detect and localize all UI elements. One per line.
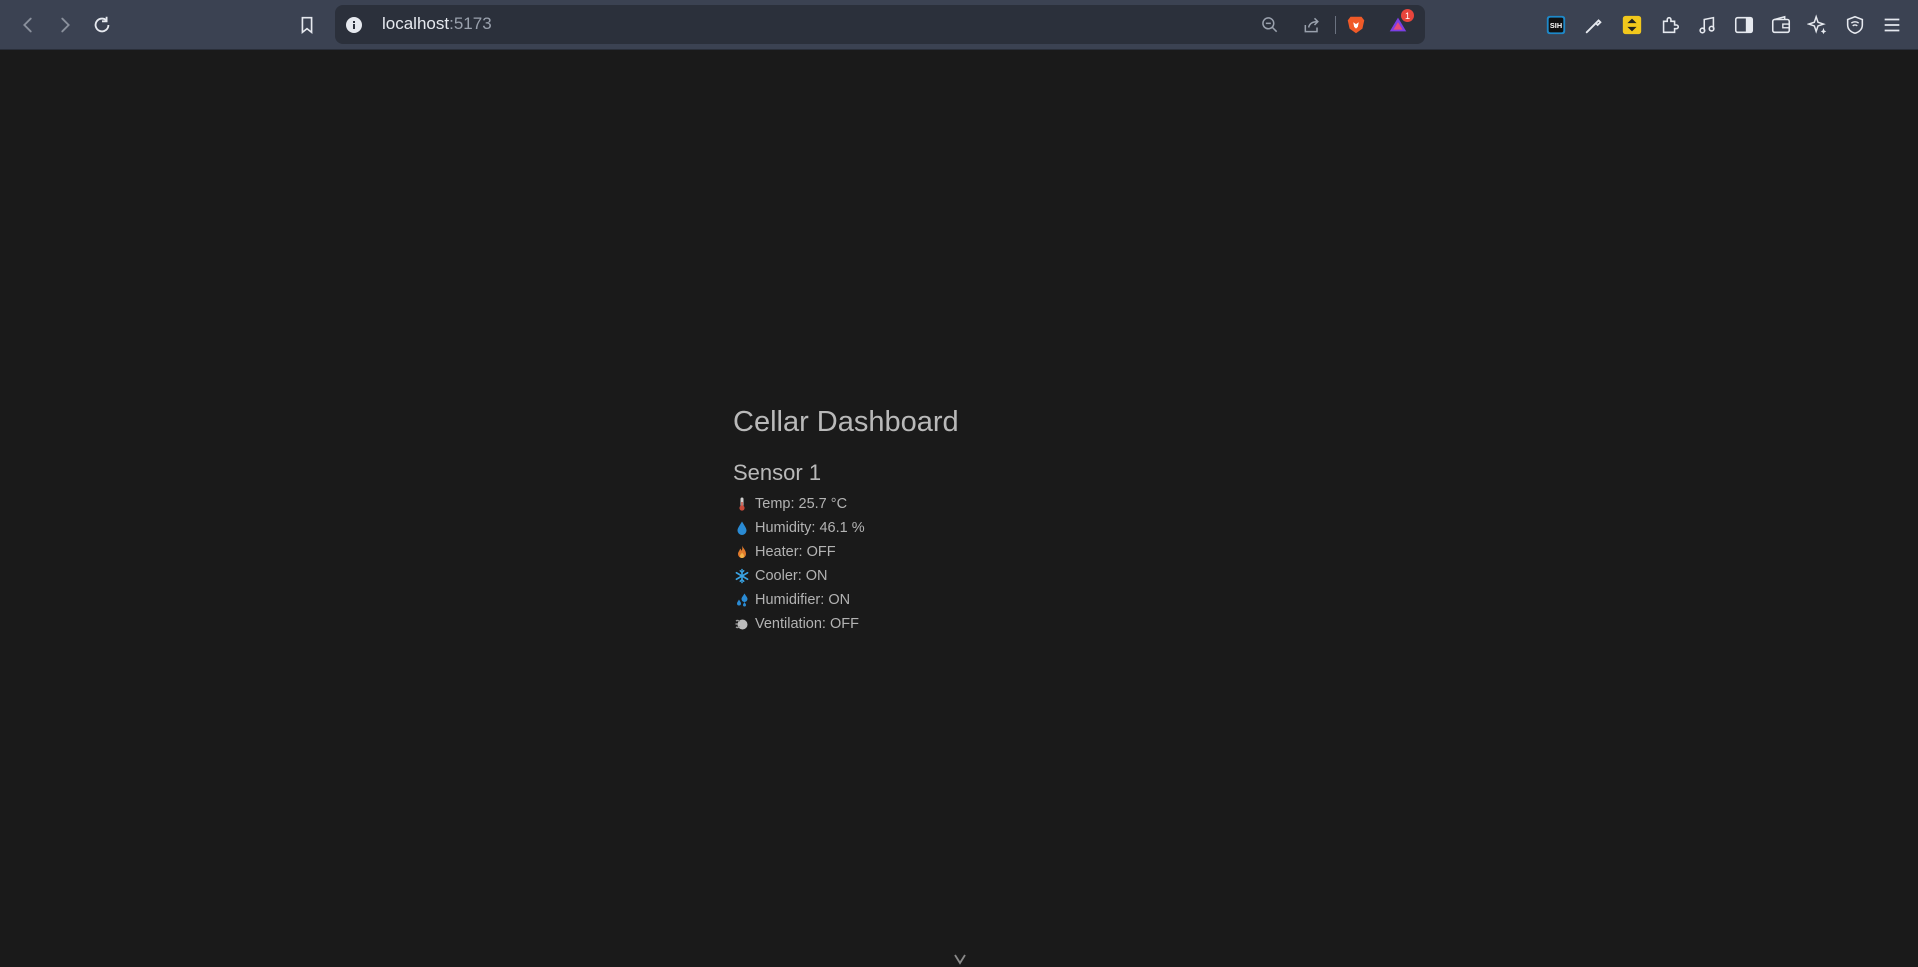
reading-temp: Temp: 25.7 °C bbox=[733, 492, 959, 516]
bookmark-icon bbox=[301, 16, 313, 35]
flame-icon bbox=[733, 543, 751, 561]
site-info-icon[interactable] bbox=[345, 16, 363, 34]
forward-button[interactable] bbox=[50, 10, 80, 40]
browser-toolbar: localhost:5173 1 SIH bbox=[0, 0, 1918, 50]
sensor-title: Sensor 1 bbox=[733, 460, 822, 485]
chevron-left-icon bbox=[23, 17, 32, 33]
water-drop-icon bbox=[733, 519, 751, 537]
arrows-extension-icon[interactable] bbox=[1619, 12, 1645, 38]
puzzle-icon[interactable] bbox=[1657, 12, 1683, 38]
vpn-shield-icon[interactable] bbox=[1842, 12, 1868, 38]
reading-text: Humidifier: ON bbox=[755, 592, 851, 608]
reading-text: Ventilation: OFF bbox=[755, 616, 859, 632]
svg-text:SIH: SIH bbox=[1550, 21, 1562, 30]
reading-heater: Heater: OFF bbox=[733, 540, 959, 564]
snowflake-icon bbox=[733, 567, 751, 585]
reload-icon bbox=[94, 16, 110, 33]
sih-extension-icon[interactable]: SIH bbox=[1543, 12, 1569, 38]
music-note-icon[interactable] bbox=[1694, 12, 1720, 38]
fan-icon bbox=[733, 615, 751, 633]
wallet-icon[interactable] bbox=[1768, 12, 1794, 38]
scroll-down-icon[interactable] bbox=[951, 951, 969, 967]
reload-button[interactable] bbox=[87, 10, 117, 40]
cellar-dashboard: Cellar Dashboard Sensor 1 Temp: 25.7 °C … bbox=[733, 400, 959, 636]
thermometer-icon bbox=[733, 495, 751, 513]
leo-ai-icon[interactable] bbox=[1805, 12, 1831, 38]
reading-humidifier: Humidifier: ON bbox=[733, 588, 959, 612]
sidebar-icon[interactable] bbox=[1731, 12, 1757, 38]
humidifier-drops-icon bbox=[733, 591, 751, 609]
url-port: :5173 bbox=[449, 14, 492, 33]
reading-cooler: Cooler: ON bbox=[733, 564, 959, 588]
reading-text: Heater: OFF bbox=[755, 544, 836, 560]
menu-icon[interactable] bbox=[1879, 12, 1905, 38]
chevron-right-icon bbox=[61, 17, 70, 33]
reading-humidity: Humidity: 46.1 % bbox=[733, 516, 959, 540]
reading-text: Cooler: ON bbox=[755, 568, 828, 584]
bookmark-button[interactable] bbox=[292, 10, 322, 40]
rewards-badge: 1 bbox=[1401, 9, 1414, 22]
reading-text: Temp: 25.7 °C bbox=[755, 496, 848, 512]
reading-text: Humidity: 46.1 % bbox=[755, 520, 865, 536]
url-host: localhost bbox=[382, 14, 450, 33]
brave-shields-icon[interactable] bbox=[1345, 14, 1367, 36]
url-text[interactable]: localhost:5173 bbox=[382, 14, 492, 34]
eyedropper-icon[interactable] bbox=[1581, 12, 1607, 38]
page-title: Cellar Dashboard bbox=[733, 406, 959, 438]
reading-ventilation: Ventilation: OFF bbox=[733, 612, 959, 636]
url-divider bbox=[1335, 16, 1336, 34]
share-icon[interactable] bbox=[1301, 14, 1323, 36]
zoom-icon[interactable] bbox=[1259, 14, 1281, 36]
back-button[interactable] bbox=[13, 10, 43, 40]
address-bar[interactable]: localhost:5173 1 bbox=[335, 5, 1425, 44]
